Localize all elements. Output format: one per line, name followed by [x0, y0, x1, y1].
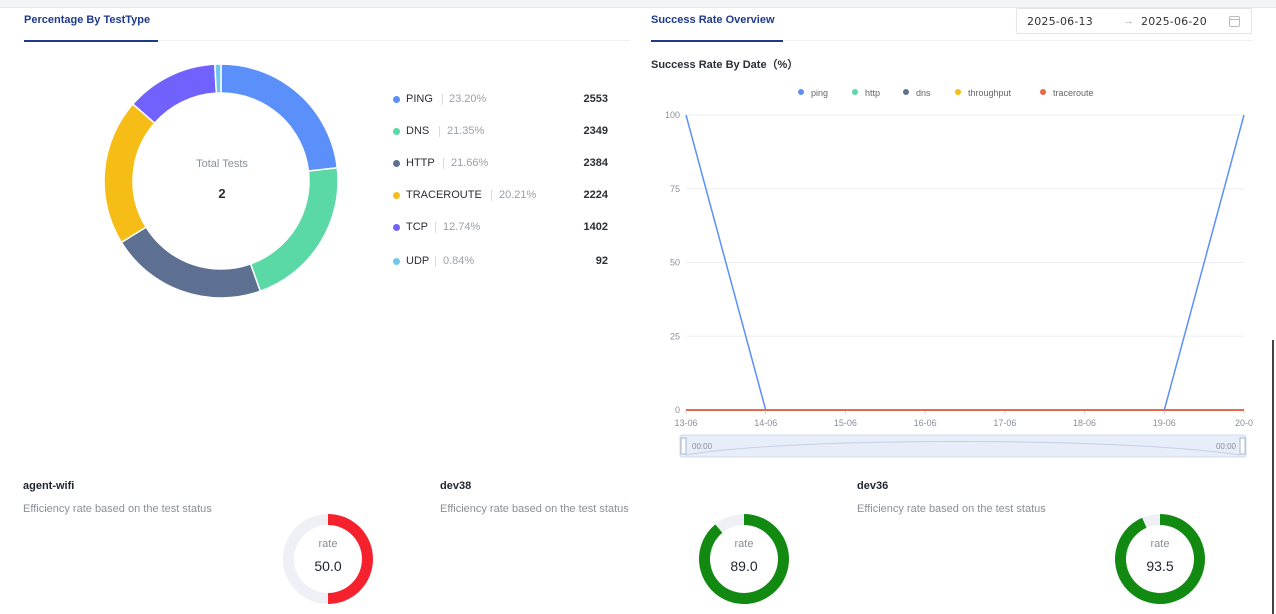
calendar-icon[interactable]: [1229, 16, 1240, 27]
success-rate-title-underline: [651, 40, 783, 42]
y-tick-label: 50: [670, 258, 680, 268]
legend-count: 2224: [583, 189, 608, 201]
success-rate-line-chart: ping http dns throughput traceroute 0 25 50 75 10…: [665, 88, 1253, 458]
donut-slice-traceroute[interactable]: [103, 103, 156, 244]
zoom-slider-track[interactable]: [679, 434, 1247, 458]
x-tick-label: 14-06: [754, 418, 777, 428]
agent-card-description: Efficiency rate based on the test status: [440, 503, 629, 515]
legend-percent: 12.74%: [443, 221, 481, 233]
donut-slice-udp[interactable]: [214, 63, 222, 94]
legend-dot-icon: [393, 224, 400, 231]
legend-divider: [435, 222, 436, 233]
y-tick-label: 0: [675, 405, 680, 415]
gauge-label: rate: [318, 538, 338, 550]
legend-percent: 0.84%: [443, 255, 475, 267]
legend-divider: [442, 94, 443, 105]
gauge-label: rate: [734, 538, 754, 550]
legend-dot-icon: [393, 258, 400, 265]
donut-center-value: 2: [218, 186, 226, 201]
legend-dot-icon: [393, 192, 400, 199]
date-range-arrow-icon: →: [1123, 15, 1134, 27]
legend-divider: [491, 190, 492, 201]
legend-count: 92: [595, 255, 608, 267]
legend-percent: 23.20%: [449, 93, 487, 105]
legend-dot-icon: [393, 160, 400, 167]
agent-card-title: dev36: [857, 480, 889, 492]
legend-count: 2553: [583, 93, 608, 105]
legend-traceroute-label[interactable]: traceroute: [1053, 88, 1094, 98]
legend-dns-label[interactable]: dns: [916, 88, 931, 98]
y-tick-label: 100: [665, 110, 680, 120]
right-header-divider: [783, 40, 1253, 41]
legend-divider: [443, 158, 444, 169]
legend-ping-marker: [798, 89, 804, 95]
zoom-slider-start-handle[interactable]: [680, 437, 687, 455]
date-range-picker[interactable]: 2025-06-13 → 2025-06-20: [1016, 8, 1252, 34]
legend-item-traceroute[interactable]: TRACEROUTE 20.21% 2224: [393, 187, 608, 205]
gauge-value: 93.5: [1146, 558, 1174, 574]
legend-item-ping[interactable]: PING 23.20% 2553: [393, 91, 608, 109]
legend-name: UDP: [406, 255, 430, 267]
gauge-value: 89.0: [730, 558, 758, 574]
gauge-value: 50.0: [314, 558, 342, 574]
legend-throughput-marker: [955, 89, 961, 95]
agent-card-title: dev38: [440, 480, 472, 492]
x-tick-label: 17-06: [993, 418, 1016, 428]
donut-slice-ping[interactable]: [220, 63, 339, 172]
legend-dot-icon: [393, 96, 400, 103]
x-tick-label: 15-06: [834, 418, 857, 428]
legend-name: TRACEROUTE: [406, 189, 482, 201]
donut-slice-http[interactable]: [120, 226, 262, 299]
x-tick-label: 13-06: [674, 418, 697, 428]
zoom-slider-end-handle[interactable]: [1239, 437, 1246, 455]
legend-dns-marker: [903, 89, 909, 95]
legend-item-dns[interactable]: DNS 21.35% 2349: [393, 123, 608, 141]
legend-count: 2384: [583, 157, 608, 169]
date-range-start[interactable]: 2025-06-13: [1027, 15, 1093, 28]
legend-divider: [439, 126, 440, 137]
x-tick-label: 20-0: [1235, 418, 1253, 428]
legend-http-label[interactable]: http: [865, 88, 880, 98]
legend-throughput-label[interactable]: throughput: [968, 88, 1012, 98]
date-range-end[interactable]: 2025-06-20: [1141, 15, 1207, 28]
agent-card-description: Efficiency rate based on the test status: [857, 503, 1046, 515]
x-tick-label: 18-06: [1073, 418, 1096, 428]
zoom-slider-end-label: 00:00: [1216, 442, 1237, 451]
legend-traceroute-marker: [1040, 89, 1046, 95]
window-edge: [1272, 340, 1274, 614]
legend-item-http[interactable]: HTTP 21.66% 2384: [393, 155, 608, 173]
agent-card-title: agent-wifi: [23, 480, 75, 492]
legend-percent: 20.21%: [499, 189, 537, 201]
legend-item-udp[interactable]: UDP 0.84% 92: [393, 253, 608, 271]
success-rate-overview-title[interactable]: Success Rate Overview: [651, 14, 775, 26]
legend-name: TCP: [406, 221, 428, 233]
x-tick-label: 16-06: [914, 418, 937, 428]
legend-name: HTTP: [406, 157, 435, 169]
y-tick-label: 75: [670, 184, 680, 194]
legend-dot-icon: [393, 128, 400, 135]
legend-name: DNS: [406, 125, 430, 137]
legend-ping-label[interactable]: ping: [811, 88, 828, 98]
gauge-label: rate: [1150, 538, 1170, 550]
legend-percent: 21.66%: [451, 157, 489, 169]
agent-card-description: Efficiency rate based on the test status: [23, 503, 212, 515]
legend-divider: [435, 256, 436, 267]
legend-count: 2349: [583, 125, 608, 137]
legend-count: 1402: [583, 221, 608, 233]
donut-center-label: Total Tests: [196, 158, 248, 170]
y-tick-label: 25: [670, 331, 680, 341]
x-tick-label: 19-06: [1153, 418, 1176, 428]
zoom-slider-start-label: 00:00: [692, 442, 713, 451]
legend-name: PING: [406, 93, 433, 105]
legend-item-tcp[interactable]: TCP 12.74% 1402: [393, 219, 608, 237]
legend-percent: 21.35%: [447, 125, 485, 137]
legend-http-marker: [852, 89, 858, 95]
donut-slice-tcp[interactable]: [131, 63, 218, 125]
